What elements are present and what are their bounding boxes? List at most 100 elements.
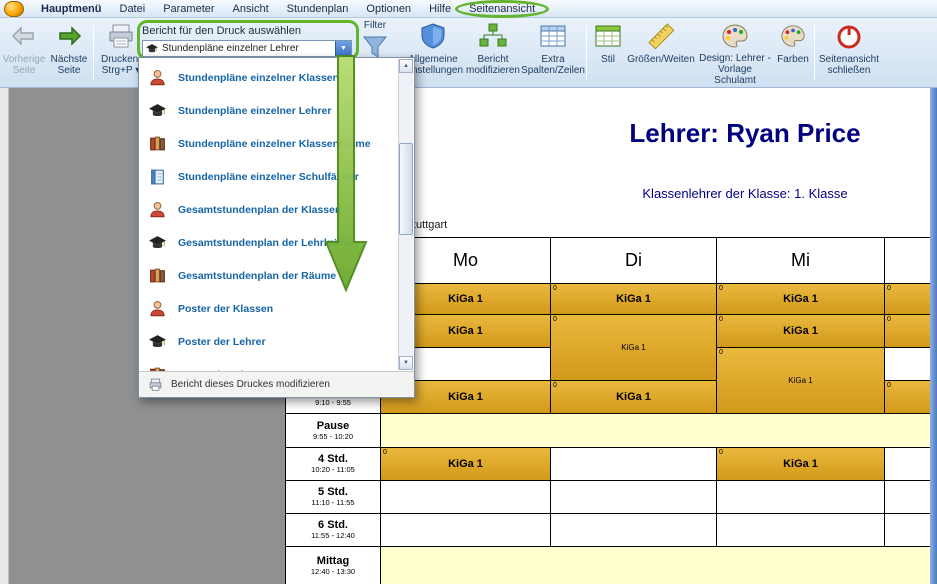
print-label1: Drucken. (101, 54, 141, 65)
report-type-item[interactable]: Poster der Klassenräume (139, 358, 398, 371)
subject-book-icon (148, 167, 167, 186)
modify-report-label1: Bericht (477, 54, 508, 65)
next-page-button[interactable]: Nächste Seite (47, 20, 91, 86)
arrow-right-icon (54, 20, 84, 52)
time-row-label: 6 Std.11:55 - 12:40 (286, 514, 381, 547)
previous-page-label2: Seite (13, 65, 36, 76)
report-type-item[interactable]: Gesamtstundenplan der Lehrkräfte (139, 226, 398, 259)
style-grid-icon (594, 20, 622, 52)
lesson-sup: 0 (719, 316, 723, 323)
menu-item-stundenplan[interactable]: Stundenplan (278, 2, 358, 16)
period-name: Mittag (317, 555, 349, 568)
menu-item-parameter[interactable]: Parameter (154, 2, 223, 16)
close-preview-label2: schließen (828, 65, 871, 76)
report-type-label: Poster der Klassen (178, 303, 273, 315)
extra-columns-label2: Spalten/Zeilen (521, 65, 585, 76)
lesson-sup: 0 (887, 316, 891, 323)
lesson-sup: 0 (719, 449, 723, 456)
scroll-thumb[interactable] (399, 143, 413, 235)
empty-cell (885, 448, 930, 481)
menu-item-optionen[interactable]: Optionen (357, 2, 420, 16)
report-type-item[interactable]: Stundenpläne einzelner Schulfächer (139, 160, 398, 193)
empty-cell (885, 514, 930, 547)
empty-cell (717, 481, 885, 514)
report-type-item[interactable]: Gesamtstundenplan der Klassen (139, 193, 398, 226)
report-type-label: Poster der Lehrer (178, 336, 266, 348)
lesson-name: KiGa 1 (448, 293, 483, 305)
menu-item-hilfe[interactable]: Hilfe (420, 2, 460, 16)
lesson-cell: 0 KiGa 1 (717, 284, 885, 315)
menu-item-seitenansicht[interactable]: Seitenansicht (460, 2, 544, 16)
menu-item-seitenansicht-label: Seitenansicht (469, 3, 535, 15)
class-person-icon (148, 200, 167, 219)
lesson-cell: 0KiGa 1 (885, 315, 930, 348)
time-row-label: Pause9:55 - 10:20 (286, 414, 381, 448)
time-row-label: 4 Std.10:20 - 11:05 (286, 448, 381, 481)
modify-this-report-item[interactable]: Bericht dieses Druckes modifizieren (139, 371, 414, 397)
close-preview-button[interactable]: Seitenansicht schließen (818, 20, 880, 86)
report-combo-label: Bericht für den Druck auswählen (142, 24, 352, 38)
design-label1: Design: Lehrer - (699, 53, 771, 64)
app-window: Hauptmenü Datei Parameter Ansicht Stunde… (0, 0, 937, 584)
lesson-sup: 0 (719, 285, 723, 292)
empty-cell (551, 448, 717, 481)
period-time: 11:55 - 12:40 (311, 532, 355, 541)
time-row-label: Mittag12:40 - 13:30 (286, 547, 381, 584)
lesson-cell: 0 KiGa 1 (717, 315, 885, 348)
lesson-cell-merged: 0KiGa 1 (717, 348, 885, 414)
report-type-item[interactable]: Poster der Klassen (139, 292, 398, 325)
lesson-name: KiGa 1 (783, 293, 818, 305)
style-button[interactable]: Stil (591, 20, 625, 86)
report-type-item[interactable]: Stundenpläne einzelner Klassenräume (139, 127, 398, 160)
arrow-left-icon (9, 20, 39, 52)
report-combobox[interactable]: Stundenpläne einzelner Lehrer ▼ (142, 40, 352, 57)
lesson-name: KiGa 1 (783, 458, 818, 470)
empty-cell (885, 481, 930, 514)
colors-button[interactable]: Farben (774, 20, 812, 86)
previous-page-button[interactable]: Vorherige Seite (2, 20, 46, 86)
report-type-item[interactable]: Stundenpläne einzelner Klassen (139, 61, 398, 94)
previous-page-label1: Vorherige (3, 54, 46, 65)
empty-cell (551, 514, 717, 547)
report-type-item[interactable]: Stundenpläne einzelner Lehrer (139, 94, 398, 127)
next-page-label1: Nächste (51, 54, 88, 65)
classroom-books-icon (148, 134, 167, 153)
report-type-label: Gesamtstundenplan der Lehrkräfte (178, 237, 352, 249)
report-print-combo-group: Bericht für den Druck auswählen Stundenp… (142, 24, 352, 57)
menu-item-ansicht[interactable]: Ansicht (224, 2, 278, 16)
report-type-item[interactable]: Poster der Lehrer (139, 325, 398, 358)
teacher-cap-icon (148, 101, 167, 120)
lesson-name: KiGa 1 (783, 325, 818, 337)
teacher-cap-icon (148, 233, 167, 252)
report-type-item[interactable]: Gesamtstundenplan der Räume (139, 259, 398, 292)
filter-label: Filter (364, 20, 386, 31)
design-button[interactable]: Design: Lehrer - Vorlage Schulamt (697, 20, 773, 86)
print-label2: Strg+P ▾ (102, 65, 140, 76)
lesson-name: KiGa 1 (788, 376, 812, 385)
sizes-widths-button[interactable]: Größen/Weiten (627, 20, 695, 86)
extra-columns-button[interactable]: Extra Spalten/Zeilen (522, 20, 584, 86)
menu-bar: Hauptmenü Datei Parameter Ansicht Stunde… (0, 0, 937, 18)
lesson-cell: 0 KiGa 1 (717, 448, 885, 481)
vertical-scrollbar[interactable] (930, 88, 937, 584)
teacher-cap-icon (145, 42, 159, 55)
table-grid-icon (539, 20, 567, 52)
scroll-down-button[interactable]: ▼ (399, 356, 413, 370)
empty-cell (381, 481, 551, 514)
scroll-up-button[interactable]: ▲ (399, 59, 413, 73)
general-settings-label1: Allgemeine (408, 54, 457, 65)
colors-palette-icon (779, 20, 807, 52)
report-combo-value: Stundenpläne einzelner Lehrer (162, 43, 335, 54)
empty-cell (885, 348, 930, 381)
menu-item-hauptmenu[interactable]: Hauptmenü (32, 2, 111, 16)
toolbar-separator (93, 24, 94, 80)
popup-scrollbar[interactable]: ▲ ▼ (398, 59, 413, 370)
app-logo-icon[interactable] (4, 1, 24, 17)
lesson-cell: 0KiGa 1 (551, 284, 717, 315)
lesson-cell: 0KiGa 1 (885, 381, 930, 414)
modify-report-button[interactable]: Bericht modifizieren (465, 20, 521, 86)
left-margin-strip (0, 88, 9, 584)
combo-dropdown-button[interactable]: ▼ (335, 41, 351, 56)
report-type-list: Stundenpläne einzelner Klassen Stundenpl… (139, 58, 398, 371)
menu-item-datei[interactable]: Datei (111, 2, 155, 16)
